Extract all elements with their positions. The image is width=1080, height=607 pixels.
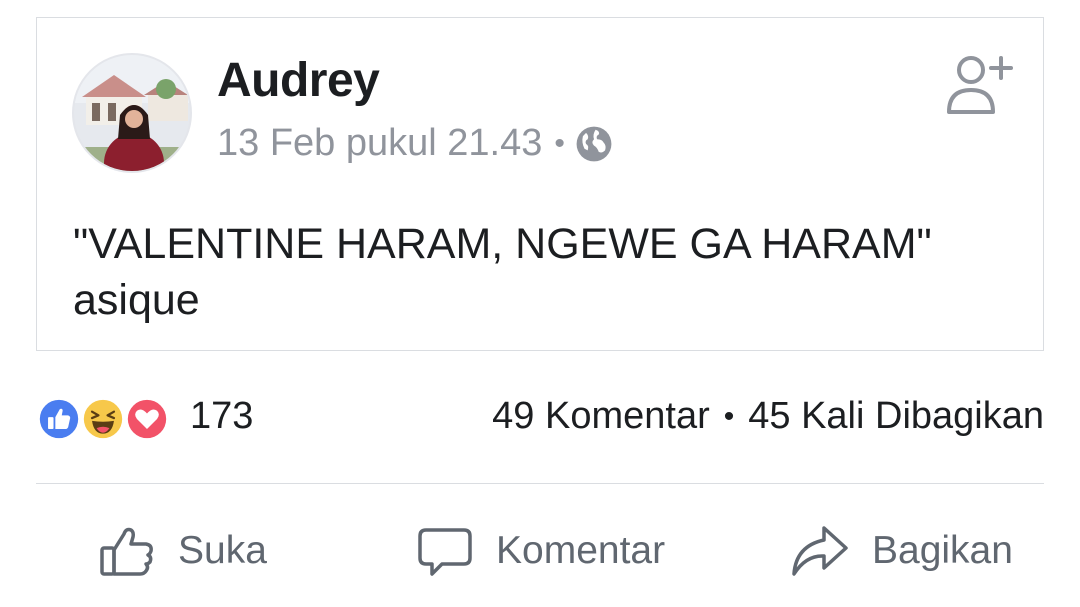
add-friend-icon [947,56,1013,114]
engagement-counts: 49 Komentar • 45 Kali Dibagikan [492,395,1044,438]
author-name[interactable]: Audrey [217,53,380,108]
divider [36,483,1044,484]
share-icon [792,526,848,576]
thumbs-up-icon [100,527,153,576]
share-count[interactable]: 45 Kali Dibagikan [748,395,1044,438]
count-separator: • [723,399,735,433]
share-button[interactable]: Bagikan [790,518,1013,584]
avatar[interactable] [72,53,192,173]
post-text-line: "VALENTINE HARAM, NGEWE GA HARAM" [73,220,932,268]
love-icon [124,396,170,442]
meta-separator: • [554,126,565,160]
comment-icon [418,528,472,576]
post-meta: 13 Feb pukul 21.43 • [217,122,613,165]
post-timestamp[interactable]: 13 Feb pukul 21.43 [217,122,542,165]
reaction-icons[interactable] [36,396,186,442]
action-bar: Suka Komentar Bagikan [36,508,1044,592]
post-text-line: asique [73,276,200,324]
post-card: Audrey 13 Feb pukul 21.43 • "VALENTINE H… [36,17,1044,351]
comment-button[interactable]: Komentar [416,518,665,584]
share-label: Bagikan [872,529,1013,572]
comment-count[interactable]: 49 Komentar [492,395,710,438]
reaction-summary: 173 49 Komentar • 45 Kali Dibagikan [36,390,1044,446]
facebook-post-screen: Audrey 13 Feb pukul 21.43 • "VALENTINE H… [0,0,1080,607]
like-button[interactable]: Suka [98,518,267,584]
add-friend-button[interactable] [943,48,1017,122]
reaction-count[interactable]: 173 [190,395,253,438]
comment-label: Komentar [496,529,666,572]
globe-icon [576,126,612,161]
like-icon [36,396,82,442]
avatar-photo [74,55,190,171]
post-text: "VALENTINE HARAM, NGEWE GA HARAM" asique [73,216,1013,328]
haha-icon [80,396,126,442]
like-label: Suka [178,529,267,572]
